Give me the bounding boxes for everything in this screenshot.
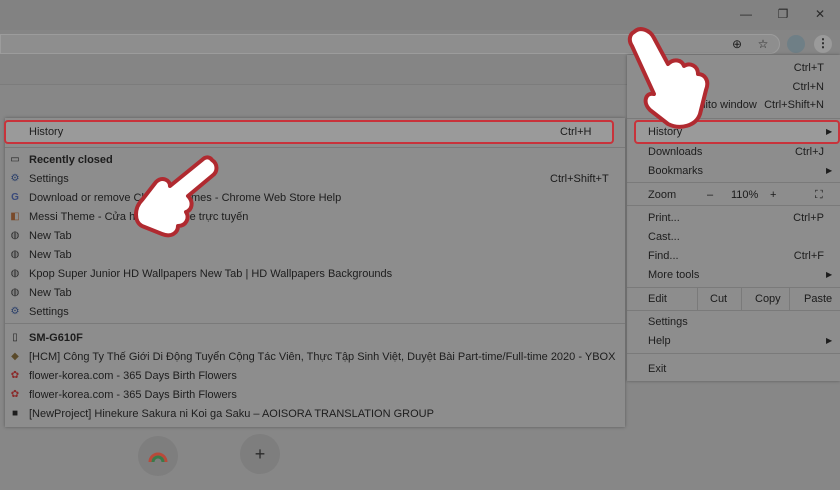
menu-item-exit[interactable]: Exit [648,361,666,377]
print-shortcut: Ctrl+P [793,212,824,224]
menu-item-downloads[interactable]: Downloads [648,144,702,160]
zoom-icon[interactable]: ⊕ [729,36,745,52]
menu-item-settings[interactable]: Settings [648,314,688,330]
downloads-shortcut: Ctrl+J [794,146,824,158]
find-shortcut: Ctrl+F [793,250,824,262]
pointing-hand-icon [627,27,710,129]
globe-icon: ◍ [10,249,20,260]
globe-icon: ◍ [10,230,20,241]
menu-item-zoom: Zoom [648,189,677,201]
gear-icon: ⚙ [10,306,20,317]
folder-icon: ▭ [10,154,20,165]
submenu-item-history[interactable]: History [29,124,63,140]
menu-divider [697,288,698,310]
device-history-item[interactable]: flower-korea.com - 365 Days Birth Flower… [29,387,237,403]
shortcut-tile[interactable] [138,436,178,476]
chevron-right-icon: ▶ [826,166,833,175]
history-item[interactable]: Kpop Super Junior HD Wallpapers New Tab … [29,266,392,282]
title-bar [0,0,840,30]
history-item-highlight[interactable] [4,120,614,144]
menu-divider [627,182,840,183]
menu-item-find[interactable]: Find... [648,248,679,264]
chrome-web-store-icon: ◧ [10,211,20,222]
chevron-right-icon: ▶ [826,270,833,279]
zoom-level: 110% [731,189,759,201]
avatar[interactable] [787,35,805,53]
chrome-menu-icon[interactable]: ⋮ [814,35,832,53]
new-tab-shortcut: Ctrl+T [793,62,824,74]
new-window-shortcut: Ctrl+N [792,81,824,93]
menu-divider [627,205,840,206]
recently-closed-heading: Recently closed [29,154,113,166]
history-item[interactable]: Settings [29,171,69,187]
submenu-divider [5,323,625,324]
history-item[interactable]: New Tab [29,247,72,263]
submenu-divider [5,147,625,148]
device-history-item[interactable]: [NewProject] Hinekure Sakura ni Koi ga S… [29,406,434,422]
cube-icon: ◆ [11,351,19,362]
fullscreen-icon[interactable]: ⛶ [815,189,827,201]
menu-item-print[interactable]: Print... [648,210,680,226]
add-shortcut-button[interactable]: + [240,434,280,474]
globe-icon: ◍ [10,287,20,298]
device-history-item[interactable]: flower-korea.com - 365 Days Birth Flower… [29,368,237,384]
gear-icon: ⚙ [10,173,20,184]
star-icon[interactable]: ☆ [755,36,771,52]
zoom-out-button[interactable]: – [707,187,719,203]
paste-button[interactable]: Paste [804,291,832,307]
history-item[interactable]: New Tab [29,285,72,301]
menu-divider [627,287,840,288]
device-history-item[interactable]: [HCM] Công Ty Thế Giới Di Động Tuyển Cộn… [29,349,615,365]
chrome-store-icon [148,452,168,463]
reopen-shortcut: Ctrl+Shift+T [550,173,609,185]
flower-icon: ✿ [10,370,20,381]
menu-divider [741,288,742,310]
new-incognito-shortcut: Ctrl+Shift+N [764,99,824,111]
cut-button[interactable]: Cut [710,291,727,307]
menu-item-cast[interactable]: Cast... [648,229,680,245]
restore-button[interactable]: ❐ [775,6,791,22]
flower-icon: ✿ [10,389,20,400]
chevron-right-icon: ▶ [826,127,833,136]
menu-divider [627,353,840,354]
device-heading: SM-G610F [29,332,83,344]
close-window-button[interactable]: ✕ [812,6,828,22]
globe-icon: ◍ [10,268,20,279]
menu-divider [789,288,790,310]
pointing-hand-icon [134,155,219,238]
chevron-right-icon: ▶ [826,336,833,345]
zoom-in-button[interactable]: + [770,187,782,203]
menu-item-help[interactable]: Help [648,333,671,349]
history-item[interactable]: Settings [29,304,69,320]
menu-item-bookmarks[interactable]: Bookmarks [648,163,703,179]
copy-button[interactable]: Copy [755,291,781,307]
history-item[interactable]: New Tab [29,228,72,244]
phone-icon: ▯ [12,332,18,343]
menu-item-edit: Edit [648,293,667,305]
history-shortcut: Ctrl+H [560,126,592,138]
google-icon: G [11,192,19,203]
site-icon: ■ [11,408,19,419]
menu-divider [627,310,840,311]
minimize-button[interactable]: — [738,6,754,22]
menu-item-more-tools[interactable]: More tools [648,267,699,283]
